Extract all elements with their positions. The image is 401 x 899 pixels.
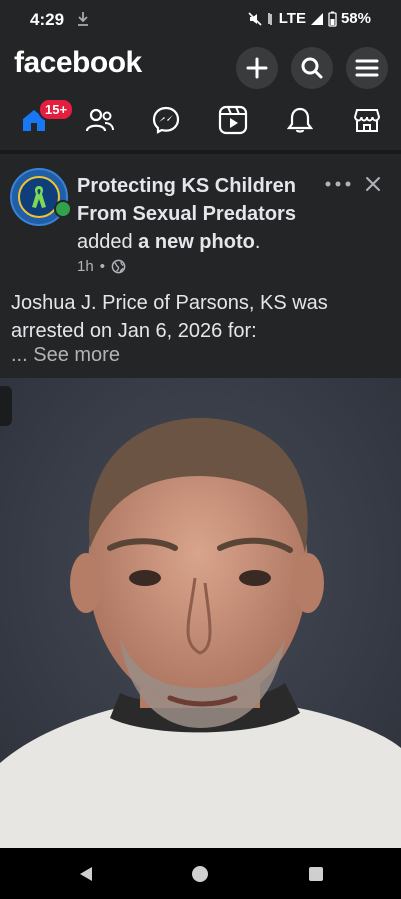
nav-marketplace[interactable] [341,98,393,142]
post-time[interactable]: 1h [77,258,94,275]
more-options-button[interactable] [322,172,354,196]
status-time: 4:29 [30,10,65,29]
globe-icon [111,259,126,274]
mugshot-image [0,378,401,848]
nav-messenger[interactable] [140,98,192,142]
battery-icon [328,11,337,27]
action-prefix: added [77,231,139,253]
plus-icon [246,57,268,79]
status-bar: 4:29 LTE 58% [0,0,401,40]
search-icon [301,57,323,79]
recents-icon[interactable] [308,866,324,882]
main-nav: 15+ [0,98,401,142]
home-circle-icon[interactable] [191,865,209,883]
page-name[interactable]: Protecting KS Children From Sexual Preda… [77,172,312,228]
action-object[interactable]: a new photo [138,231,255,253]
nav-video[interactable] [207,98,259,142]
see-more-prefix: ... [11,344,34,366]
messenger-icon [152,106,180,134]
meta-separator: • [99,258,105,275]
see-more-label: See more [33,344,120,366]
close-icon [366,177,380,191]
marketplace-icon [353,109,381,132]
ellipsis-icon [325,181,351,187]
post-card: Protecting KS Children From Sexual Preda… [0,154,401,379]
action-suffix: . [254,231,261,253]
nav-home[interactable]: 15+ [8,98,75,142]
video-icon [218,105,248,135]
menu-icon [355,59,379,77]
system-nav-bar [0,848,401,899]
battery-level: 58% [340,10,371,27]
search-button[interactable] [291,47,333,89]
signal-icon [310,12,323,25]
ribbon-icon [32,186,46,208]
status-indicators: LTE 58% [247,10,371,27]
download-icon [78,12,88,26]
data-arrows-icon [268,12,272,25]
home-badge: 15+ [38,98,75,121]
post-photo[interactable] [0,378,401,848]
online-status-dot [54,200,72,218]
post-meta: 1h • [77,258,126,275]
bell-icon [287,107,313,133]
mute-icon [248,11,262,26]
app-header: facebook 15+ [0,40,401,152]
facebook-logo[interactable]: facebook [14,46,142,80]
menu-button[interactable] [346,47,388,89]
friends-icon [85,108,114,132]
network-label: LTE [278,10,306,27]
nav-notifications[interactable] [274,98,326,142]
hide-post-button[interactable] [362,172,384,196]
side-drawer-handle[interactable] [0,386,12,426]
post-text: Joshua J. Price of Parsons, KS was arres… [11,292,328,342]
post-action: added a new photo. [77,231,260,254]
create-button[interactable] [236,47,278,89]
back-icon[interactable] [78,865,94,883]
see-more-link[interactable]: ... See more [11,344,120,367]
nav-friends[interactable] [74,98,126,142]
